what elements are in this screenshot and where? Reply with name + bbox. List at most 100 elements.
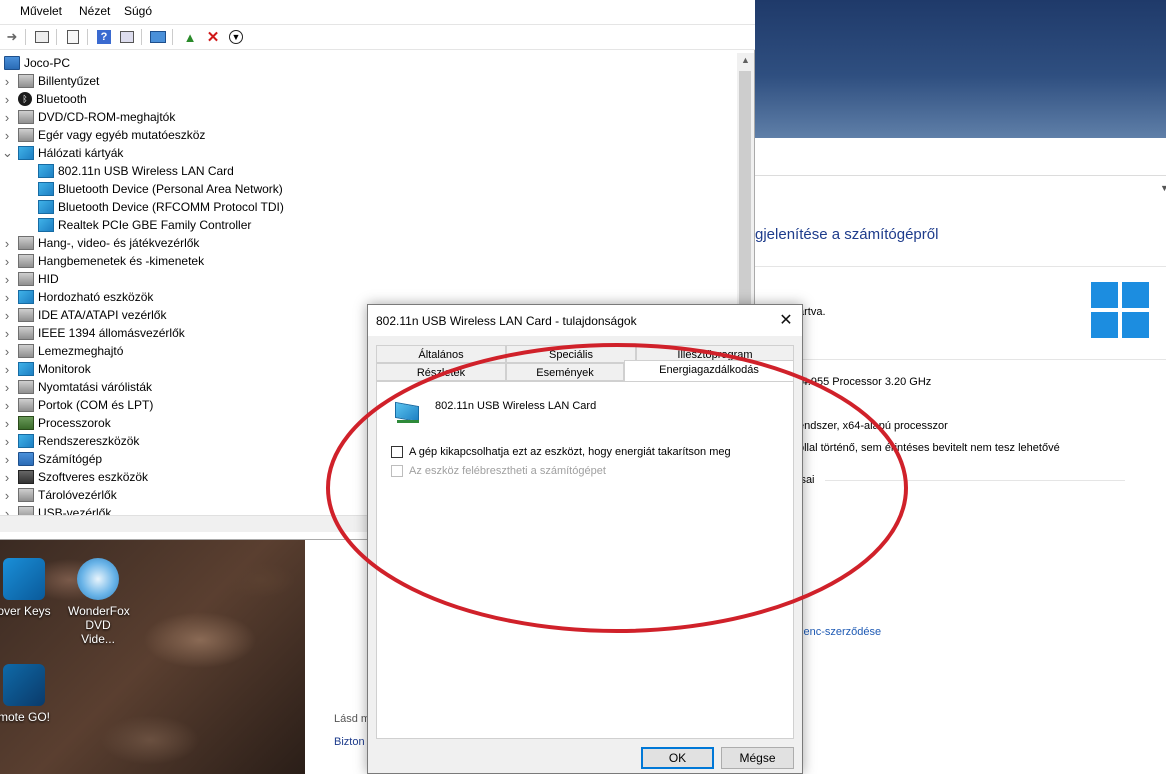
ide-icon bbox=[18, 308, 34, 322]
chevron-right-icon[interactable]: › bbox=[2, 74, 12, 89]
chevron-right-icon[interactable]: › bbox=[2, 236, 12, 251]
tree-item-label: HID bbox=[38, 272, 59, 286]
chevron-down-icon[interactable]: ⌄ bbox=[2, 145, 13, 161]
chevron-right-icon[interactable]: › bbox=[2, 398, 12, 413]
tree-root-label: Joco-PC bbox=[24, 56, 71, 70]
toolbar-separator bbox=[25, 29, 26, 45]
tree-item-label: IDE ATA/ATAPI vezérlők bbox=[38, 308, 167, 322]
chevron-right-icon[interactable]: › bbox=[2, 128, 12, 143]
tree-category[interactable]: › Egér vagy egyéb mutatóeszköz bbox=[0, 126, 737, 144]
toolbar-separator bbox=[56, 29, 57, 45]
toolbar-separator bbox=[87, 29, 88, 45]
cancel-button[interactable]: Mégse bbox=[721, 747, 794, 769]
chevron-right-icon[interactable]: › bbox=[2, 326, 12, 341]
tree-item-label: Hordozható eszközök bbox=[38, 290, 154, 304]
speaker-icon bbox=[18, 254, 34, 268]
tree-item-label: Nyomtatási várólisták bbox=[38, 380, 153, 394]
tree-root[interactable]: Joco-PC bbox=[0, 54, 737, 72]
tree-item-label: Bluetooth Device (Personal Area Network) bbox=[58, 182, 283, 196]
tree-child-item[interactable]: Bluetooth Device (RFCOMM Protocol TDI) bbox=[0, 198, 737, 216]
chevron-down-icon[interactable]: ▼ bbox=[1160, 183, 1166, 193]
tree-item-label: 802.11n USB Wireless LAN Card bbox=[58, 164, 234, 178]
software-icon bbox=[18, 470, 34, 484]
tree-category[interactable]: › DVD/CD-ROM-meghajtók bbox=[0, 108, 737, 126]
see-also-label: Lásd m bbox=[334, 713, 371, 725]
close-icon[interactable]: ✕ bbox=[776, 311, 796, 331]
tree-child-item[interactable]: Bluetooth Device (Personal Area Network) bbox=[0, 180, 737, 198]
tab-power-management[interactable]: Energiagazdálkodás bbox=[624, 360, 794, 381]
menu-action[interactable]: Művelet bbox=[20, 4, 62, 18]
chevron-right-icon[interactable]: › bbox=[2, 272, 12, 287]
chevron-right-icon[interactable]: › bbox=[2, 452, 12, 467]
chevron-right-icon[interactable]: › bbox=[2, 254, 12, 269]
tree-item-label: Egér vagy egyéb mutatóeszköz bbox=[38, 128, 206, 142]
menu-help[interactable]: Súgó bbox=[124, 4, 152, 18]
chevron-right-icon[interactable]: › bbox=[2, 506, 12, 516]
tree-category[interactable]: ⌄ Hálózati kártyák bbox=[0, 144, 737, 162]
chevron-right-icon[interactable]: › bbox=[2, 380, 12, 395]
list-icon[interactable] bbox=[63, 28, 83, 46]
tree-category[interactable]: › Hang-, video- és játékvezérlők bbox=[0, 234, 737, 252]
desktop-icon-wonderfox[interactable]: WonderFox DVD Vide... bbox=[68, 558, 130, 646]
tab-events[interactable]: Események bbox=[506, 363, 624, 381]
tab-general[interactable]: Általános bbox=[376, 345, 506, 363]
security-link[interactable]: Bizton bbox=[334, 736, 365, 748]
tree-category[interactable]: › HID bbox=[0, 270, 737, 288]
toolbar: ➜ ? ▲ ✕ ▼ bbox=[0, 24, 755, 50]
chevron-right-icon[interactable]: › bbox=[2, 308, 12, 323]
dialog-titlebar: 802.11n USB Wireless LAN Card - tulajdon… bbox=[368, 305, 802, 336]
chevron-right-icon[interactable]: › bbox=[2, 434, 12, 449]
ok-button[interactable]: OK bbox=[641, 747, 714, 769]
system-icon bbox=[18, 434, 34, 448]
chevron-right-icon[interactable]: › bbox=[2, 110, 12, 125]
recover-keys-icon bbox=[3, 558, 45, 600]
toolbar-separator bbox=[172, 29, 173, 45]
tree-category[interactable]: › ᛒ Bluetooth bbox=[0, 90, 737, 108]
tree-item-label: Bluetooth Device (RFCOMM Protocol TDI) bbox=[58, 200, 284, 214]
tab-advanced[interactable]: Speciális bbox=[506, 345, 636, 363]
wonderfox-icon bbox=[77, 558, 119, 600]
chevron-right-icon[interactable]: › bbox=[2, 362, 12, 377]
uninstall-icon[interactable]: ✕ bbox=[203, 28, 223, 46]
disk-icon bbox=[18, 344, 34, 358]
tree-item-label: Monitorok bbox=[38, 362, 91, 376]
system-type: endszer, x64-alapú processzor bbox=[798, 420, 948, 432]
desktop-icon-recover-keys[interactable]: over Keys bbox=[0, 558, 54, 618]
chevron-right-icon[interactable]: › bbox=[2, 290, 12, 305]
forward-icon[interactable]: ➜ bbox=[2, 28, 22, 46]
tree-item-label: Hangbemenetek és -kimenetek bbox=[38, 254, 205, 268]
add-driver-icon[interactable]: ▲ bbox=[180, 28, 200, 46]
tree-category[interactable]: › Hangbemenetek és -kimenetek bbox=[0, 252, 737, 270]
tree-item-label: Tárolóvezérlők bbox=[38, 488, 117, 502]
allow-power-off-option[interactable]: A gép kikapcsolhatja ezt az eszközt, hog… bbox=[391, 446, 731, 458]
chevron-right-icon[interactable]: › bbox=[2, 470, 12, 485]
monitor-icon[interactable] bbox=[148, 28, 168, 46]
help-icon[interactable]: ? bbox=[94, 28, 114, 46]
allow-wake-checkbox bbox=[391, 465, 403, 477]
tree-child-item[interactable]: Realtek PCIe GBE Family Controller bbox=[0, 216, 737, 234]
tree-item-label: Hálózati kártyák bbox=[38, 146, 124, 160]
license-link[interactable]: cenc-szerződése bbox=[798, 626, 881, 638]
printer-icon bbox=[18, 380, 34, 394]
tree-category[interactable]: › Billentyűzet bbox=[0, 72, 737, 90]
chevron-right-icon[interactable]: › bbox=[2, 488, 12, 503]
cpu-icon bbox=[18, 416, 34, 430]
chevron-right-icon[interactable]: › bbox=[2, 92, 12, 107]
network-icon bbox=[38, 182, 54, 196]
tree-child-item[interactable]: 802.11n USB Wireless LAN Card bbox=[0, 162, 737, 180]
chevron-right-icon[interactable]: › bbox=[2, 416, 12, 431]
windows-logo-icon bbox=[1091, 282, 1149, 338]
properties-icon[interactable] bbox=[32, 28, 52, 46]
download-icon[interactable]: ▼ bbox=[226, 28, 246, 46]
port-icon bbox=[18, 398, 34, 412]
menu-view[interactable]: Nézet bbox=[79, 4, 110, 18]
scroll-up-icon[interactable]: ▲ bbox=[737, 55, 754, 69]
mouse-icon bbox=[18, 128, 34, 142]
view-icon[interactable] bbox=[117, 28, 137, 46]
tree-item-label: DVD/CD-ROM-meghajtók bbox=[38, 110, 176, 124]
tab-details[interactable]: Részletek bbox=[376, 363, 506, 381]
desktop-icon-remote-go[interactable]: mote GO! bbox=[0, 664, 54, 724]
allow-power-off-checkbox[interactable] bbox=[391, 446, 403, 458]
chevron-right-icon[interactable]: › bbox=[2, 344, 12, 359]
allow-wake-option: Az eszköz felébresztheti a számítógépet bbox=[391, 465, 606, 477]
